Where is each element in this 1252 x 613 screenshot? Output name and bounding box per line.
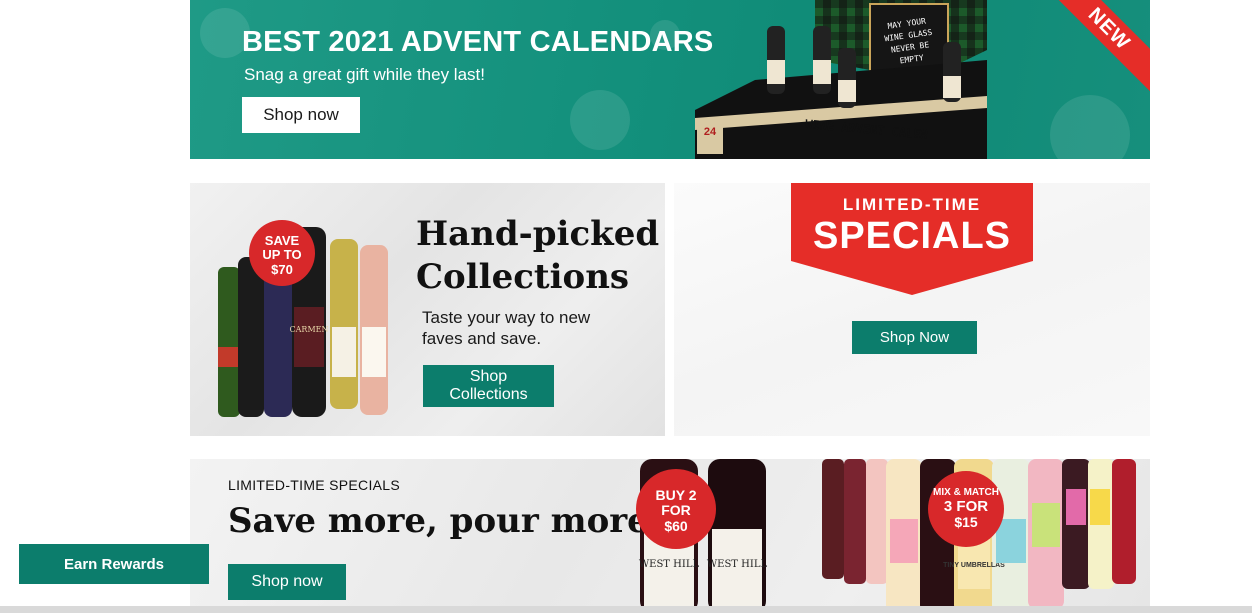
specials-title: SPECIALS	[812, 215, 1012, 257]
save-kicker: LIMITED-TIME SPECIALS	[228, 477, 400, 493]
svg-text:$70: $70	[271, 262, 293, 277]
svg-text:$15: $15	[954, 514, 978, 530]
svg-text:MIX & MATCH: MIX & MATCH	[933, 487, 999, 498]
svg-text:FOR: FOR	[661, 502, 691, 518]
collections-title: Hand-picked Collections	[416, 214, 660, 297]
wine-offers-image: WEST HILL WEST HILL BUY 2 FOR $60 TINY U…	[636, 459, 1136, 613]
advent-calendar-image: MAY YOUR WINE GLASS NEVER BE EMPTY WINE …	[695, 0, 987, 159]
svg-text:SAVE: SAVE	[265, 233, 300, 248]
svg-text:24: 24	[704, 126, 717, 138]
specials-shop-now-button[interactable]: Shop Now	[852, 321, 977, 354]
collections-subtitle: Taste your way to new faves and save.	[422, 308, 591, 348]
hero-subtitle: Snag a great gift while they last!	[244, 65, 485, 84]
horizontal-scrollbar[interactable]	[0, 606, 1252, 613]
svg-text:CARMEN: CARMEN	[290, 325, 329, 334]
save-more-banner[interactable]: LIMITED-TIME SPECIALS Save more, pour mo…	[190, 459, 1150, 613]
advent-calendar-banner[interactable]: BEST 2021 ADVENT CALENDARS Snag a great …	[190, 0, 1150, 159]
new-ribbon: NEW	[1045, 0, 1150, 93]
specials-kicker: LIMITED-TIME	[842, 195, 982, 214]
bokeh-decoration	[570, 90, 630, 150]
svg-text:BUY 2: BUY 2	[656, 487, 697, 503]
svg-text:UP TO: UP TO	[262, 247, 301, 262]
hero-title: BEST 2021 ADVENT CALENDARS	[242, 26, 714, 58]
specials-card[interactable]: LIMITED-TIME SPECIALS Shop Now	[674, 183, 1150, 436]
bokeh-decoration	[1050, 95, 1130, 159]
svg-text:$60: $60	[664, 518, 688, 534]
save-title: Save more, pour more	[228, 501, 649, 541]
save-shop-now-button[interactable]: Shop now	[228, 564, 346, 600]
wine-bottles-image: CARMEN SAVE UP TO $70	[218, 220, 388, 417]
advent-shop-now-button[interactable]: Shop now	[242, 97, 360, 133]
svg-text:TINY UMBRELLAS: TINY UMBRELLAS	[943, 562, 1005, 569]
svg-text:WEST HILL: WEST HILL	[639, 559, 700, 570]
shop-collections-button[interactable]: Shop Collections	[423, 365, 554, 407]
collections-card[interactable]: CARMEN SAVE UP TO $70 Hand-picked Collec…	[190, 183, 665, 436]
svg-text:3 FOR: 3 FOR	[944, 498, 988, 515]
svg-text:WEST HILL: WEST HILL	[707, 559, 768, 570]
earn-rewards-button[interactable]: Earn Rewards	[19, 544, 209, 584]
